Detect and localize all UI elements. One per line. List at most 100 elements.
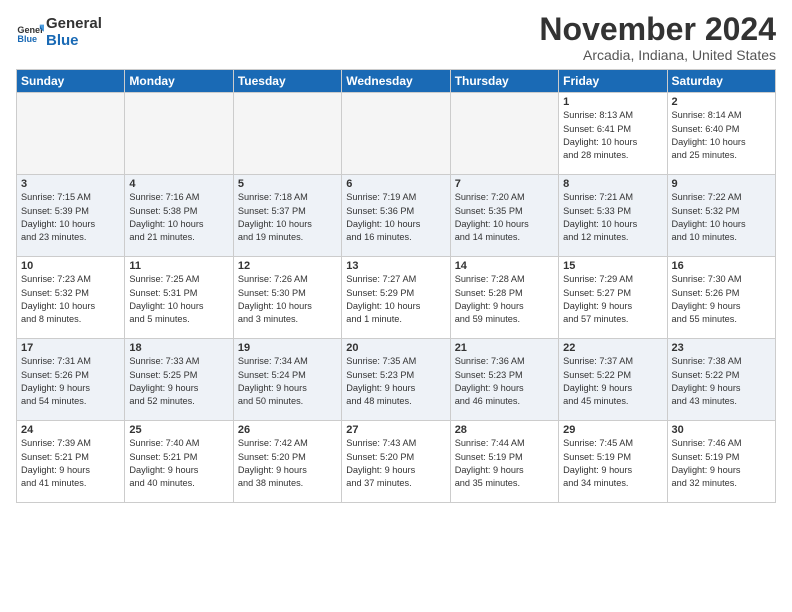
day-info: Sunrise: 8:13 AMSunset: 6:41 PMDaylight:… (563, 109, 662, 162)
day-info: Sunrise: 7:26 AMSunset: 5:30 PMDaylight:… (238, 273, 337, 326)
day-info: Sunrise: 7:23 AMSunset: 5:32 PMDaylight:… (21, 273, 120, 326)
day-number: 26 (238, 424, 337, 436)
day-number: 4 (129, 178, 228, 190)
day-info: Sunrise: 7:15 AMSunset: 5:39 PMDaylight:… (21, 191, 120, 244)
table-row: 16Sunrise: 7:30 AMSunset: 5:26 PMDayligh… (667, 257, 775, 339)
day-number: 28 (455, 424, 554, 436)
table-row: 29Sunrise: 7:45 AMSunset: 5:19 PMDayligh… (559, 421, 667, 503)
table-row: 21Sunrise: 7:36 AMSunset: 5:23 PMDayligh… (450, 339, 558, 421)
day-info: Sunrise: 7:39 AMSunset: 5:21 PMDaylight:… (21, 437, 120, 490)
day-number: 12 (238, 260, 337, 272)
col-friday: Friday (559, 70, 667, 93)
table-row: 3Sunrise: 7:15 AMSunset: 5:39 PMDaylight… (17, 175, 125, 257)
title-block: November 2024 Arcadia, Indiana, United S… (539, 12, 776, 63)
day-info: Sunrise: 7:46 AMSunset: 5:19 PMDaylight:… (672, 437, 771, 490)
table-row: 2Sunrise: 8:14 AMSunset: 6:40 PMDaylight… (667, 93, 775, 175)
day-info: Sunrise: 7:27 AMSunset: 5:29 PMDaylight:… (346, 273, 445, 326)
day-number: 21 (455, 342, 554, 354)
calendar-week-row: 10Sunrise: 7:23 AMSunset: 5:32 PMDayligh… (17, 257, 776, 339)
day-number: 11 (129, 260, 228, 272)
day-number: 8 (563, 178, 662, 190)
table-row (125, 93, 233, 175)
day-number: 30 (672, 424, 771, 436)
day-number: 16 (672, 260, 771, 272)
col-saturday: Saturday (667, 70, 775, 93)
day-info: Sunrise: 7:38 AMSunset: 5:22 PMDaylight:… (672, 355, 771, 408)
day-info: Sunrise: 7:36 AMSunset: 5:23 PMDaylight:… (455, 355, 554, 408)
calendar-week-row: 1Sunrise: 8:13 AMSunset: 6:41 PMDaylight… (17, 93, 776, 175)
day-info: Sunrise: 7:28 AMSunset: 5:28 PMDaylight:… (455, 273, 554, 326)
day-number: 15 (563, 260, 662, 272)
month-title: November 2024 (539, 12, 776, 47)
day-info: Sunrise: 7:34 AMSunset: 5:24 PMDaylight:… (238, 355, 337, 408)
day-number: 17 (21, 342, 120, 354)
day-number: 24 (21, 424, 120, 436)
calendar-header-row: Sunday Monday Tuesday Wednesday Thursday… (17, 70, 776, 93)
day-info: Sunrise: 7:44 AMSunset: 5:19 PMDaylight:… (455, 437, 554, 490)
calendar-week-row: 24Sunrise: 7:39 AMSunset: 5:21 PMDayligh… (17, 421, 776, 503)
logo: General Blue General Blue (16, 16, 102, 49)
day-info: Sunrise: 7:35 AMSunset: 5:23 PMDaylight:… (346, 355, 445, 408)
table-row: 7Sunrise: 7:20 AMSunset: 5:35 PMDaylight… (450, 175, 558, 257)
table-row (342, 93, 450, 175)
day-info: Sunrise: 7:18 AMSunset: 5:37 PMDaylight:… (238, 191, 337, 244)
day-number: 2 (672, 96, 771, 108)
table-row (233, 93, 341, 175)
day-number: 5 (238, 178, 337, 190)
table-row: 11Sunrise: 7:25 AMSunset: 5:31 PMDayligh… (125, 257, 233, 339)
table-row: 10Sunrise: 7:23 AMSunset: 5:32 PMDayligh… (17, 257, 125, 339)
day-number: 9 (672, 178, 771, 190)
day-number: 7 (455, 178, 554, 190)
table-row: 24Sunrise: 7:39 AMSunset: 5:21 PMDayligh… (17, 421, 125, 503)
day-number: 13 (346, 260, 445, 272)
svg-text:Blue: Blue (17, 34, 37, 44)
table-row: 8Sunrise: 7:21 AMSunset: 5:33 PMDaylight… (559, 175, 667, 257)
table-row: 17Sunrise: 7:31 AMSunset: 5:26 PMDayligh… (17, 339, 125, 421)
table-row: 25Sunrise: 7:40 AMSunset: 5:21 PMDayligh… (125, 421, 233, 503)
col-monday: Monday (125, 70, 233, 93)
day-number: 10 (21, 260, 120, 272)
table-row (17, 93, 125, 175)
day-info: Sunrise: 7:42 AMSunset: 5:20 PMDaylight:… (238, 437, 337, 490)
table-row: 14Sunrise: 7:28 AMSunset: 5:28 PMDayligh… (450, 257, 558, 339)
day-number: 23 (672, 342, 771, 354)
day-info: Sunrise: 7:19 AMSunset: 5:36 PMDaylight:… (346, 191, 445, 244)
day-info: Sunrise: 7:25 AMSunset: 5:31 PMDaylight:… (129, 273, 228, 326)
day-number: 22 (563, 342, 662, 354)
table-row: 13Sunrise: 7:27 AMSunset: 5:29 PMDayligh… (342, 257, 450, 339)
table-row: 12Sunrise: 7:26 AMSunset: 5:30 PMDayligh… (233, 257, 341, 339)
table-row: 4Sunrise: 7:16 AMSunset: 5:38 PMDaylight… (125, 175, 233, 257)
col-thursday: Thursday (450, 70, 558, 93)
table-row: 15Sunrise: 7:29 AMSunset: 5:27 PMDayligh… (559, 257, 667, 339)
day-number: 20 (346, 342, 445, 354)
location: Arcadia, Indiana, United States (539, 47, 776, 63)
day-number: 29 (563, 424, 662, 436)
day-number: 3 (21, 178, 120, 190)
day-number: 19 (238, 342, 337, 354)
table-row: 19Sunrise: 7:34 AMSunset: 5:24 PMDayligh… (233, 339, 341, 421)
day-info: Sunrise: 7:43 AMSunset: 5:20 PMDaylight:… (346, 437, 445, 490)
table-row: 26Sunrise: 7:42 AMSunset: 5:20 PMDayligh… (233, 421, 341, 503)
day-info: Sunrise: 7:40 AMSunset: 5:21 PMDaylight:… (129, 437, 228, 490)
day-info: Sunrise: 7:30 AMSunset: 5:26 PMDaylight:… (672, 273, 771, 326)
table-row: 28Sunrise: 7:44 AMSunset: 5:19 PMDayligh… (450, 421, 558, 503)
day-info: Sunrise: 7:22 AMSunset: 5:32 PMDaylight:… (672, 191, 771, 244)
day-number: 14 (455, 260, 554, 272)
logo-line2: Blue (46, 33, 102, 50)
table-row: 9Sunrise: 7:22 AMSunset: 5:32 PMDaylight… (667, 175, 775, 257)
calendar-week-row: 17Sunrise: 7:31 AMSunset: 5:26 PMDayligh… (17, 339, 776, 421)
day-info: Sunrise: 7:31 AMSunset: 5:26 PMDaylight:… (21, 355, 120, 408)
col-tuesday: Tuesday (233, 70, 341, 93)
day-info: Sunrise: 7:37 AMSunset: 5:22 PMDaylight:… (563, 355, 662, 408)
table-row: 18Sunrise: 7:33 AMSunset: 5:25 PMDayligh… (125, 339, 233, 421)
table-row: 27Sunrise: 7:43 AMSunset: 5:20 PMDayligh… (342, 421, 450, 503)
table-row: 23Sunrise: 7:38 AMSunset: 5:22 PMDayligh… (667, 339, 775, 421)
logo-icon: General Blue (16, 19, 44, 47)
day-info: Sunrise: 7:33 AMSunset: 5:25 PMDaylight:… (129, 355, 228, 408)
day-number: 27 (346, 424, 445, 436)
col-sunday: Sunday (17, 70, 125, 93)
table-row: 1Sunrise: 8:13 AMSunset: 6:41 PMDaylight… (559, 93, 667, 175)
day-info: Sunrise: 8:14 AMSunset: 6:40 PMDaylight:… (672, 109, 771, 162)
table-row (450, 93, 558, 175)
day-info: Sunrise: 7:20 AMSunset: 5:35 PMDaylight:… (455, 191, 554, 244)
